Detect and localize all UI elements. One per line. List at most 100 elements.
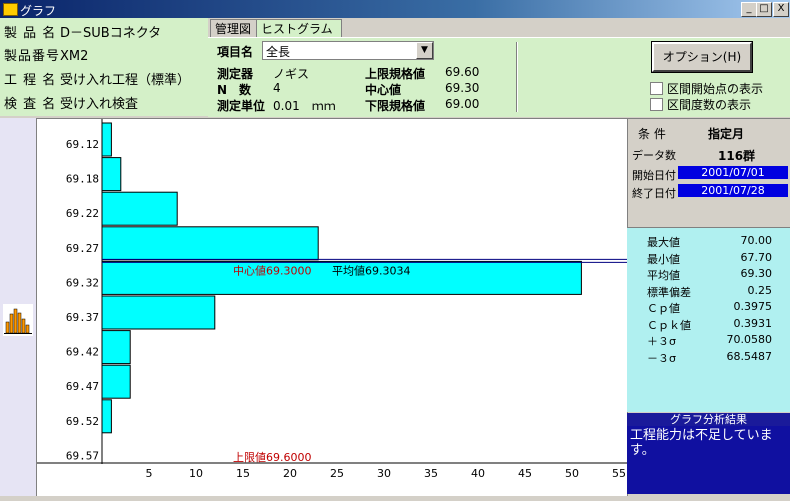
divider [516, 42, 518, 112]
histogram-bar [101, 226, 319, 261]
close-button[interactable]: X [773, 2, 789, 17]
x-tick-label: 50 [565, 467, 579, 480]
histogram-bar [101, 191, 178, 226]
x-tick-label: 5 [146, 467, 153, 480]
product-number-value: XM2 [60, 49, 89, 64]
histogram-bar [101, 364, 131, 399]
product-info-panel: 製 品 名 D－SUBコネクタ 製品番号XM2 工 程 名受け入れ工程（標準） 検… [0, 18, 208, 116]
conditions-panel: 条 件 指定月 データ数 116群 開始日付 2001/07/01 終了日付 2… [627, 118, 790, 228]
tab-control-chart[interactable]: 管理図 [210, 19, 258, 38]
x-tick-label: 35 [424, 467, 438, 480]
inspection-name-label: 検 査 名 [4, 97, 57, 112]
n-count-value: 4 [273, 81, 281, 95]
unit-value: 0.01 ｍｍ [273, 99, 336, 113]
n-count-label: N 数 [217, 83, 252, 97]
product-number-label: 製品番号 [4, 49, 61, 64]
stat-label: －３σ [647, 351, 676, 365]
upper-spec-value: 69.60 [445, 65, 480, 79]
chevron-down-icon[interactable]: ▼ [416, 42, 433, 59]
x-tick-label: 30 [377, 467, 391, 480]
y-tick-label: 69.18 [66, 173, 99, 186]
product-name-value: D－SUBコネクタ [60, 26, 162, 41]
app-icon [3, 3, 18, 16]
upper-spec-label: 上限規格値 [365, 67, 426, 81]
stat-value: 0.3975 [733, 300, 773, 313]
y-tick-label: 69.52 [66, 415, 99, 428]
start-date-field[interactable]: 2001/07/01 [678, 166, 788, 179]
data-count-value: 116群 [718, 149, 756, 163]
stat-value: 0.25 [747, 283, 773, 297]
y-tick-label: 69.42 [66, 346, 99, 359]
histogram-icon[interactable] [3, 304, 33, 336]
data-count-label: データ数 [632, 149, 676, 162]
x-tick-label: 40 [471, 467, 485, 480]
title-bar: グラフ _ □ X [0, 0, 790, 18]
upper-limit-label: 上限値69.6000 [233, 451, 312, 464]
item-select[interactable]: 全長 ▼ [262, 41, 434, 60]
stat-label: 最小値 [647, 252, 680, 266]
lower-spec-value: 69.00 [445, 97, 480, 111]
histogram-svg: 69.12 69.18 69.22 69.27 69.32 69.37 69.42 69.47… [37, 119, 627, 480]
x-tick-label: 10 [189, 467, 203, 480]
x-tick-label: 15 [236, 467, 250, 480]
condition-value: 指定月 [708, 127, 745, 141]
x-tick-label: 25 [330, 467, 344, 480]
stat-value: 68.5487 [726, 349, 773, 363]
y-tick-label: 69.37 [66, 311, 99, 324]
condition-label: 条 件 [638, 127, 666, 141]
histogram-bar [101, 330, 131, 365]
process-name-value: 受け入れ工程（標準） [60, 73, 191, 88]
product-name-label: 製 品 名 [4, 26, 57, 41]
item-select-value: 全長 [266, 45, 291, 59]
minimize-button[interactable]: _ [741, 2, 757, 17]
y-tick-label: 69.32 [66, 276, 99, 289]
center-value-label: 中心値69.3000 [233, 264, 312, 277]
stat-label: 最大値 [647, 236, 680, 249]
bottom-border [0, 496, 790, 501]
unit-label: 測定単位 [217, 99, 266, 113]
end-date-label: 終了日付 [632, 187, 676, 200]
option-button[interactable]: オプション(H) [651, 41, 753, 73]
x-tick-label: 55 [612, 467, 626, 480]
item-name-label: 項目名 [217, 45, 254, 59]
instrument-label: 測定器 [217, 67, 254, 81]
left-toolbar [0, 118, 36, 496]
end-date-field[interactable]: 2001/07/28 [678, 184, 788, 197]
center-value-label: 中心値 [365, 83, 402, 97]
stat-value: 0.3931 [733, 316, 773, 330]
stat-label: 標準偏差 [647, 285, 691, 299]
mean-value-label: 平均値69.3034 [332, 264, 411, 277]
lower-spec-label: 下限規格値 [365, 99, 426, 113]
stat-value: 70.0580 [726, 333, 773, 346]
interval-start-checkbox[interactable]: 区間開始点の表示 [650, 80, 763, 97]
stat-value: 67.70 [740, 250, 773, 264]
checkbox-box[interactable] [650, 82, 663, 95]
analysis-result: 工程能力は不足しています。 [627, 426, 790, 494]
interval-freq-checkbox[interactable]: 区間度数の表示 [650, 96, 751, 113]
x-tick-label: 20 [283, 467, 297, 480]
stat-label: 平均値 [647, 269, 680, 282]
start-date-label: 開始日付 [632, 169, 676, 182]
inspection-name-value: 受け入れ検査 [60, 97, 139, 112]
stat-value: 70.00 [740, 234, 773, 247]
histogram-bar [101, 122, 112, 157]
center-value-value: 69.30 [445, 81, 480, 95]
maximize-button[interactable]: □ [756, 2, 772, 17]
stat-label: ＋３σ [647, 335, 676, 348]
y-tick-label: 69.22 [66, 207, 99, 220]
process-name-label: 工 程 名 [4, 73, 57, 88]
histogram-chart: 69.12 69.18 69.22 69.27 69.32 69.37 69.42 69.47… [36, 118, 628, 498]
y-tick-label: 69.57 [66, 449, 99, 462]
checkbox-box[interactable] [650, 98, 663, 111]
histogram-bar [101, 399, 112, 434]
stat-value: 69.30 [740, 267, 773, 280]
analysis-header: グラフ分析結果 [627, 413, 790, 426]
histogram-bar [101, 157, 122, 192]
histogram-bar [101, 295, 216, 330]
interval-start-label: 区間開始点の表示 [667, 82, 764, 96]
instrument-value: ノギス [273, 67, 310, 81]
stat-label: Ｃｐ値 [647, 302, 680, 315]
tab-histogram[interactable]: ヒストグラム [256, 19, 342, 39]
x-tick-label: 45 [518, 467, 532, 480]
y-tick-label: 69.47 [66, 380, 99, 393]
